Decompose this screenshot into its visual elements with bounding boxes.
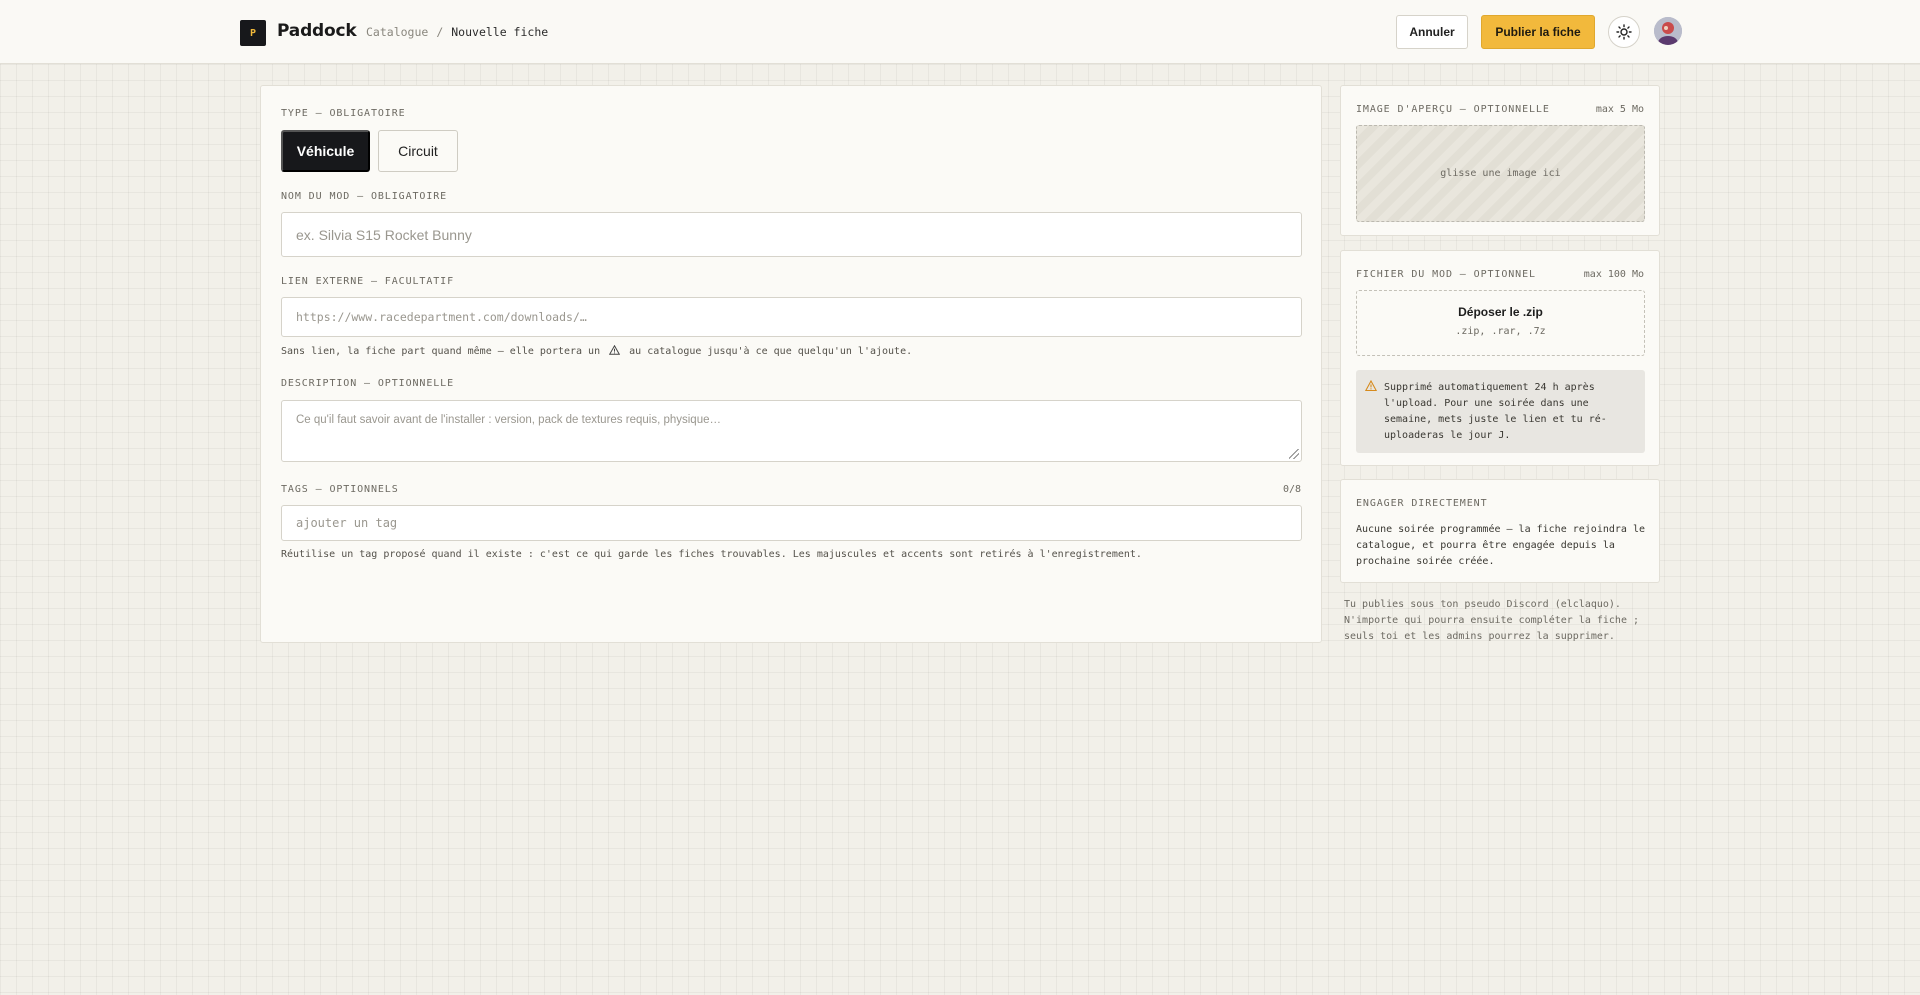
- auto-delete-warning-text: Supprimé automatiquement 24 h après l'up…: [1384, 382, 1607, 441]
- publish-footnote: Tu publies sous ton pseudo Discord (elcl…: [1344, 599, 1640, 642]
- mod-file-card: FICHIER DU MOD — OPTIONNEL max 100 Mo Dé…: [1340, 250, 1660, 466]
- breadcrumb-separator: /: [436, 25, 444, 39]
- tags-counter: 0/8: [1282, 484, 1301, 495]
- zip-dropzone[interactable]: Déposer le .zip .zip, .rar, .7z: [1356, 290, 1645, 356]
- mod-file-max: max 100 Mo: [1583, 269, 1644, 280]
- engage-header: ENGAGER DIRECTEMENT: [1356, 498, 1644, 509]
- auto-delete-warning: Supprimé automatiquement 24 h après l'up…: [1356, 370, 1645, 453]
- preview-image-max: max 5 Mo: [1595, 104, 1644, 115]
- brand-name[interactable]: Paddock: [277, 21, 357, 41]
- type-label: TYPE — OBLIGATOIRE: [281, 108, 406, 119]
- external-link-input[interactable]: https://www.racedepartment.com/downloads…: [281, 297, 1302, 337]
- cancel-button[interactable]: Annuler: [1396, 15, 1468, 49]
- tags-label: TAGS — OPTIONNELS: [281, 484, 399, 495]
- breadcrumb-current: Nouvelle fiche: [451, 25, 549, 39]
- zip-dropzone-title: Déposer le .zip: [1458, 305, 1543, 319]
- type-option-circuit[interactable]: Circuit: [378, 130, 458, 172]
- breadcrumb-catalogue-link[interactable]: Catalogue: [366, 25, 428, 39]
- preview-image-label: IMAGE D'APERÇU — OPTIONNELLE: [1356, 104, 1550, 115]
- tags-hint: Réutilise un tag proposé quand il existe…: [281, 549, 1142, 560]
- zip-dropzone-extensions: .zip, .rar, .7z: [1455, 326, 1546, 337]
- name-label: NOM DU MOD — OBLIGATOIRE: [281, 191, 448, 202]
- image-dropzone[interactable]: glisse une image ici: [1356, 125, 1645, 222]
- tags-input[interactable]: ajouter un tag: [281, 505, 1302, 541]
- link-label: LIEN EXTERNE — FACULTATIF: [281, 276, 455, 287]
- mod-file-header: FICHIER DU MOD — OPTIONNEL max 100 Mo: [1356, 269, 1644, 280]
- mod-name-input[interactable]: ex. Silvia S15 Rocket Bunny: [281, 212, 1302, 257]
- warning-icon: [608, 344, 621, 355]
- mod-file-label: FICHIER DU MOD — OPTIONNEL: [1356, 269, 1536, 280]
- description-placeholder: Ce qu'il faut savoir avant de l'installe…: [296, 414, 721, 426]
- theme-toggle-button[interactable]: [1608, 16, 1640, 48]
- user-avatar[interactable]: [1654, 17, 1682, 45]
- type-option-vehicle[interactable]: Véhicule: [281, 130, 370, 172]
- preview-image-header: IMAGE D'APERÇU — OPTIONNELLE max 5 Mo: [1356, 104, 1644, 115]
- link-hint-text-end: au catalogue jusqu'à ce que quelqu'un l'…: [629, 346, 913, 357]
- description-label: DESCRIPTION — OPTIONNELLE: [281, 378, 455, 389]
- engage-text: Aucune soirée programmée — la fiche rejo…: [1356, 524, 1645, 567]
- new-mod-form: TYPE — OBLIGATOIRE Véhicule Circuit NOM …: [260, 85, 1322, 643]
- preview-image-card: IMAGE D'APERÇU — OPTIONNELLE max 5 Mo gl…: [1340, 85, 1660, 236]
- engage-card: ENGAGER DIRECTEMENT Aucune soirée progra…: [1340, 479, 1660, 583]
- link-hint: Sans lien, la fiche part quand même — el…: [281, 344, 913, 357]
- publish-button[interactable]: Publier la fiche: [1481, 15, 1595, 49]
- breadcrumb: Catalogue / Nouvelle fiche: [366, 25, 548, 39]
- logo-icon[interactable]: P: [240, 20, 266, 46]
- warning-icon: [1365, 380, 1377, 392]
- top-bar: P Paddock Catalogue / Nouvelle fiche Ann…: [0, 0, 1920, 64]
- resize-handle[interactable]: [1289, 449, 1299, 459]
- description-textarea[interactable]: Ce qu'il faut savoir avant de l'installe…: [281, 400, 1302, 462]
- engage-label: ENGAGER DIRECTEMENT: [1356, 498, 1488, 509]
- sun-icon: [1616, 24, 1632, 40]
- link-hint-text-start: Sans lien, la fiche part quand même — el…: [281, 346, 601, 357]
- avatar-image-icon: [1654, 17, 1682, 45]
